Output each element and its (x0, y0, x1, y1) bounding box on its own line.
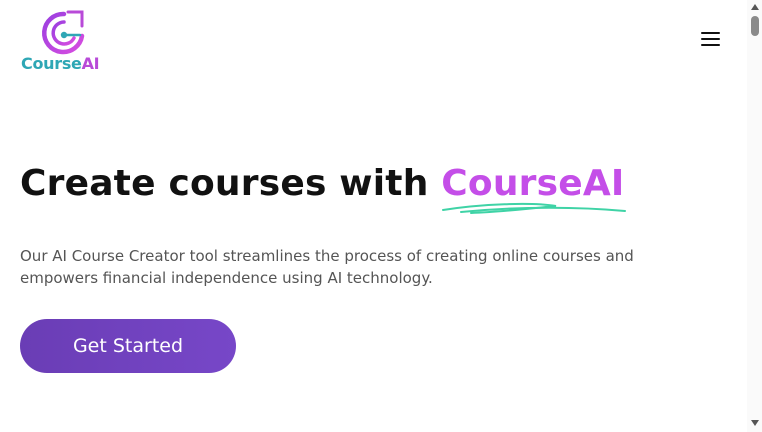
get-started-button[interactable]: Get Started (20, 319, 236, 373)
hamburger-menu-icon[interactable] (699, 30, 723, 50)
menu-bar-middle (701, 38, 720, 40)
brand-wordmark: CourseAI (21, 54, 100, 73)
brand-name-course: Course (21, 54, 82, 73)
hero-headline-accent-text: CourseAI (441, 163, 625, 204)
scrollbar-thumb[interactable] (751, 16, 759, 36)
menu-bar-bottom (701, 44, 720, 46)
hero-headline: Create courses with CourseAI (20, 160, 627, 214)
headline-underline-swoosh (442, 202, 627, 214)
hero-headline-prefix: Create courses with (20, 163, 442, 204)
scroll-up-arrow-icon[interactable] (751, 4, 759, 10)
menu-bar-top (701, 32, 720, 34)
page: CourseAI Create courses with CourseAI Ou… (0, 0, 747, 432)
vertical-scrollbar[interactable] (747, 0, 762, 432)
hero-description: Our AI Course Creator tool streamlines t… (20, 247, 634, 287)
scroll-down-arrow-icon[interactable] (751, 420, 759, 426)
logo-mark-icon (42, 10, 85, 55)
brand-logo[interactable]: CourseAI (20, 10, 110, 74)
hero-headline-accent: CourseAI (441, 160, 627, 214)
brand-name-ai: AI (81, 54, 100, 73)
